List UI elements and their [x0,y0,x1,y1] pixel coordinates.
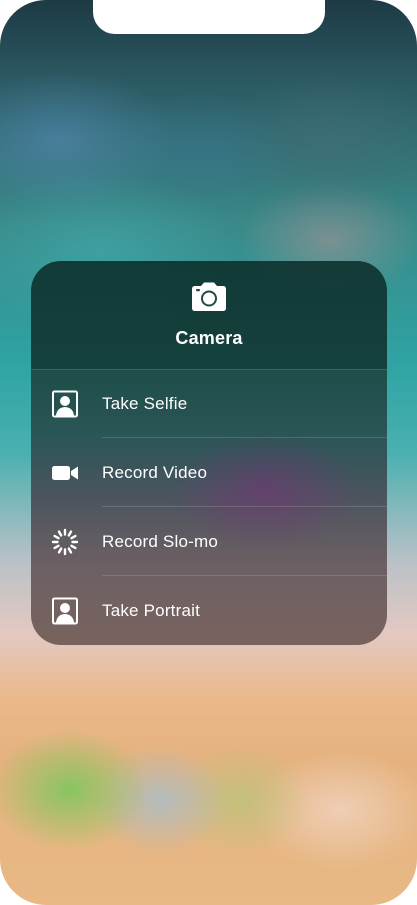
portrait-icon [52,597,78,625]
menu-header: Camera [31,261,387,369]
menu-title: Camera [175,328,243,348]
item-divider [102,575,387,576]
selfie-portrait-icon [52,390,78,418]
camera-icon [192,282,226,311]
camera-quick-actions-menu: Camera Take Selfie Record Video Record S… [31,261,387,645]
item-divider [102,506,387,507]
slo-mo-dial-icon [51,528,79,556]
record-video-label: Record Video [102,463,208,482]
record-slo-mo-action[interactable]: Record Slo-mo [31,508,387,576]
take-portrait-action[interactable]: Take Portrait [31,577,387,645]
video-camera-icon [52,466,78,480]
item-divider [102,437,387,438]
take-selfie-action[interactable]: Take Selfie [31,370,387,438]
record-video-action[interactable]: Record Video [31,439,387,507]
take-portrait-label: Take Portrait [102,601,201,620]
device-notch [93,0,325,34]
phone-screen: Camera Take Selfie Record Video Record S… [0,0,417,905]
record-slo-mo-label: Record Slo-mo [102,532,218,551]
take-selfie-label: Take Selfie [102,394,188,413]
